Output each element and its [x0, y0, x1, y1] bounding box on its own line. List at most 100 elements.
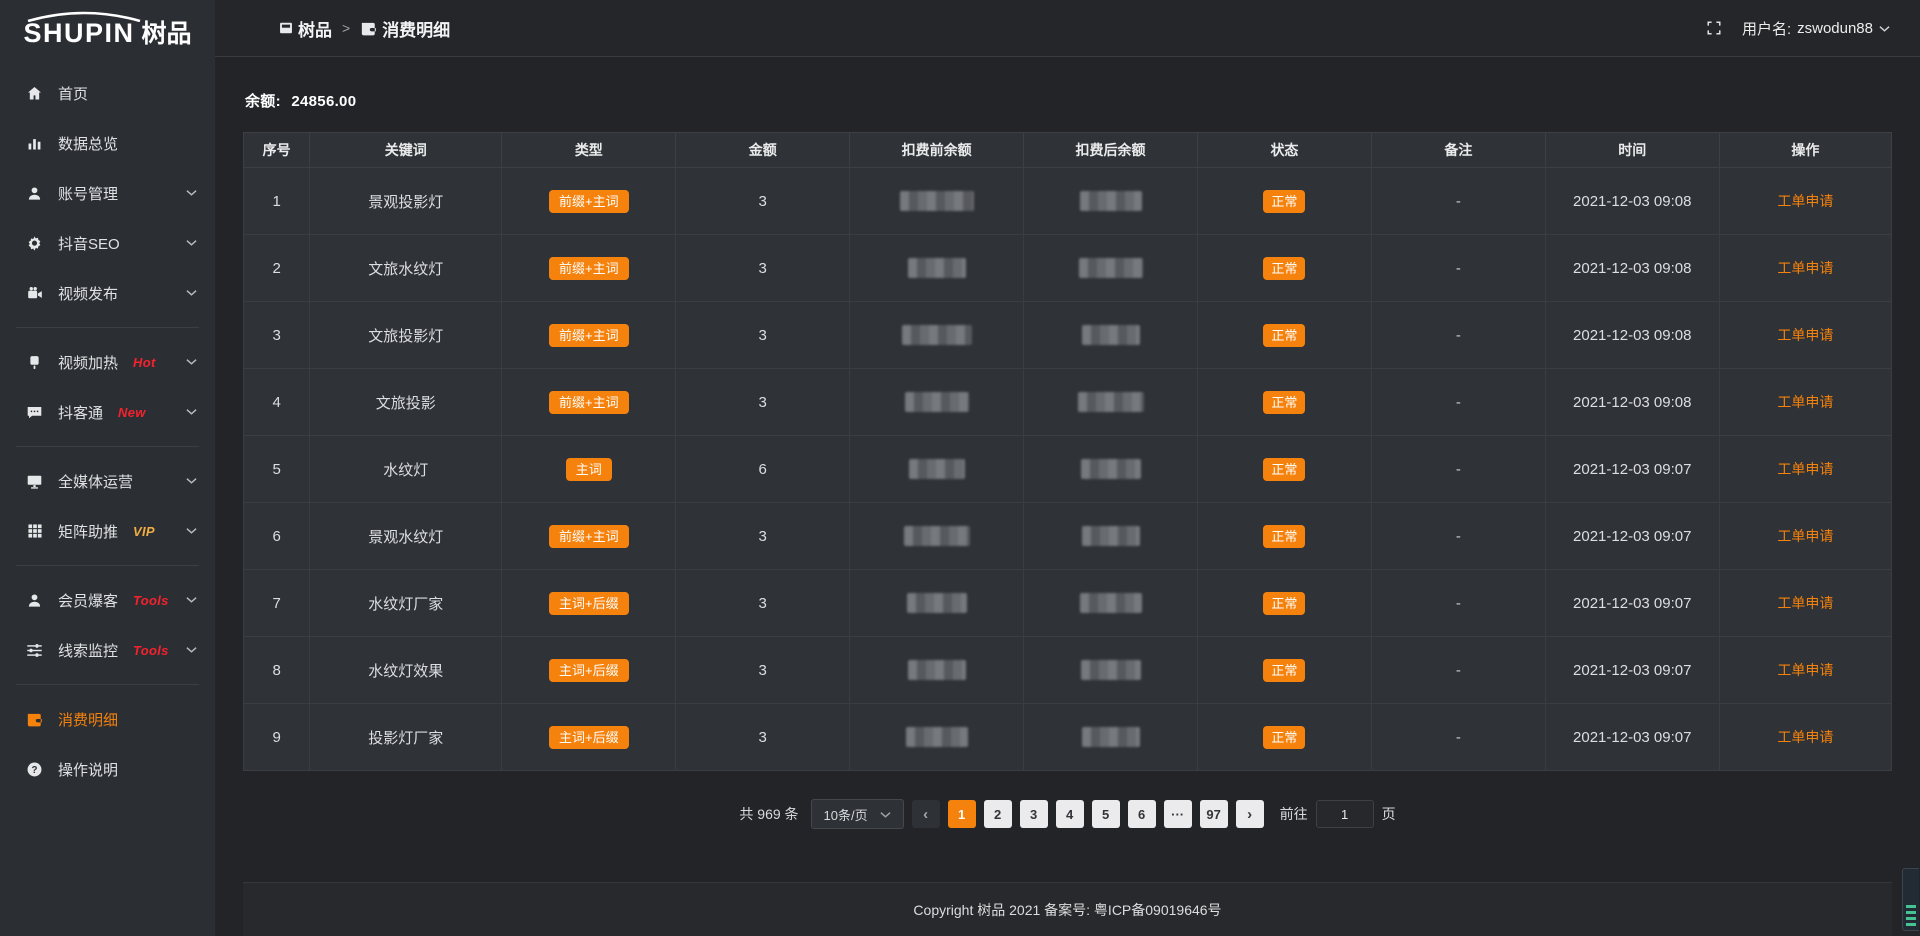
page-number-button[interactable]: 97: [1200, 800, 1228, 828]
sidebar-item-clue-monitor[interactable]: 线索监控Tools: [0, 625, 215, 675]
page-number-button[interactable]: 4: [1056, 800, 1084, 828]
cell-type: 前缀+主词: [502, 369, 676, 436]
sidebar-item-media-operation[interactable]: 全媒体运营: [0, 456, 215, 506]
cell-type: 前缀+主词: [502, 235, 676, 302]
table-row: 8水纹灯效果主词+后缀3正常-2021-12-03 09:07工单申请: [244, 637, 1892, 704]
column-header-post_balance: 扣费后余额: [1024, 133, 1198, 168]
masked-balance: [900, 191, 974, 211]
remark-value: -: [1456, 595, 1461, 612]
grid-icon: [25, 523, 44, 539]
masked-balance: [1078, 392, 1144, 412]
cell-remark: -: [1371, 637, 1545, 704]
balance-label: 余额:: [245, 93, 281, 110]
cell-keyword: 文旅投影灯: [310, 302, 502, 369]
cell-amount: 3: [676, 369, 850, 436]
cell-pre_balance: [850, 570, 1024, 637]
nav-divider: [16, 327, 199, 328]
page-number-button[interactable]: 2: [984, 800, 1012, 828]
chevron-down-icon: [186, 527, 197, 535]
balance-value: 24856.00: [291, 93, 356, 110]
nav-divider: [16, 684, 199, 685]
ticket-request-link[interactable]: 工单申请: [1777, 729, 1833, 745]
page-number-button[interactable]: 5: [1092, 800, 1120, 828]
chevron-down-icon: [186, 239, 197, 247]
cell-action: 工单申请: [1719, 637, 1891, 704]
breadcrumb-item-current[interactable]: 消费明细: [360, 16, 450, 41]
page-size-select[interactable]: 10条/页: [811, 799, 904, 829]
masked-balance: [1081, 660, 1141, 680]
cell-remark: -: [1371, 436, 1545, 503]
column-header-amount: 金额: [676, 133, 850, 168]
ticket-request-link[interactable]: 工单申请: [1777, 394, 1833, 410]
remark-value: -: [1456, 193, 1461, 210]
cell-type: 主词+后缀: [502, 704, 676, 771]
cell-remark: -: [1371, 168, 1545, 235]
sidebar-item-home[interactable]: 首页: [0, 68, 215, 118]
breadcrumb-separator: >: [342, 20, 350, 36]
user-menu[interactable]: 用户名: zswodun88: [1742, 18, 1890, 39]
ticket-request-link[interactable]: 工单申请: [1777, 327, 1833, 343]
table-row: 1景观投影灯前缀+主词3正常-2021-12-03 09:08工单申请: [244, 168, 1892, 235]
sidebar-item-operation-guide[interactable]: ?操作说明: [0, 744, 215, 794]
topbar-right: 用户名: zswodun88: [1706, 18, 1890, 39]
ticket-request-link[interactable]: 工单申请: [1777, 662, 1833, 678]
cell-action: 工单申请: [1719, 168, 1891, 235]
consume-table: 序号关键词类型金额扣费前余额扣费后余额状态备注时间操作 1景观投影灯前缀+主词3…: [243, 132, 1892, 771]
ticket-request-link[interactable]: 工单申请: [1777, 461, 1833, 477]
cell-amount: 3: [676, 637, 850, 704]
cell-index: 5: [244, 436, 310, 503]
prev-page-button[interactable]: ‹: [912, 800, 940, 828]
ticket-request-link[interactable]: 工单申请: [1777, 595, 1833, 611]
content: 余额: 24856.00 序号关键词类型金额扣费前余额扣费后余额状态备注时间操作…: [215, 57, 1920, 936]
fullscreen-icon[interactable]: [1706, 20, 1722, 36]
sidebar-item-douyin-seo[interactable]: 抖音SEO: [0, 218, 215, 268]
sidebar-item-label: 数据总览: [58, 133, 118, 154]
balance-line: 余额: 24856.00: [245, 90, 1890, 111]
table-row: 7水纹灯厂家主词+后缀3正常-2021-12-03 09:07工单申请: [244, 570, 1892, 637]
ticket-request-link[interactable]: 工单申请: [1777, 260, 1833, 276]
chevron-down-icon: [186, 358, 197, 366]
cell-remark: -: [1371, 302, 1545, 369]
cell-status: 正常: [1197, 168, 1371, 235]
sidebar-item-data-overview[interactable]: 数据总览: [0, 118, 215, 168]
sidebar-item-label: 会员爆客: [58, 590, 118, 611]
masked-balance: [908, 258, 966, 278]
cell-pre_balance: [850, 637, 1024, 704]
floating-widget[interactable]: [1902, 868, 1919, 931]
page-number-button[interactable]: 6: [1128, 800, 1156, 828]
page-number-button[interactable]: 1: [948, 800, 976, 828]
sidebar-item-video-publish[interactable]: 视频发布: [0, 268, 215, 318]
sidebar-item-matrix-boost[interactable]: 矩阵助推VIP: [0, 506, 215, 556]
table-row: 2文旅水纹灯前缀+主词3正常-2021-12-03 09:08工单申请: [244, 235, 1892, 302]
cell-amount: 3: [676, 570, 850, 637]
sidebar-item-member-burst[interactable]: 会员爆客Tools: [0, 575, 215, 625]
goto-page-input[interactable]: [1316, 800, 1374, 828]
cell-status: 正常: [1197, 704, 1371, 771]
monitor-icon: [25, 473, 44, 490]
sidebar-item-consume-detail[interactable]: 消费明细: [0, 694, 215, 744]
cell-index: 2: [244, 235, 310, 302]
sidebar-item-video-heat[interactable]: 视频加热Hot: [0, 337, 215, 387]
masked-balance: [1082, 526, 1140, 546]
cell-action: 工单申请: [1719, 570, 1891, 637]
page-ellipsis-button[interactable]: ···: [1164, 800, 1192, 828]
cell-status: 正常: [1197, 369, 1371, 436]
cell-time: 2021-12-03 09:07: [1545, 503, 1719, 570]
sidebar-item-douketong[interactable]: 抖客通New: [0, 387, 215, 437]
breadcrumb-item-home[interactable]: 树品: [279, 16, 332, 41]
page-number-button[interactable]: 3: [1020, 800, 1048, 828]
next-page-button[interactable]: ›: [1236, 800, 1264, 828]
cell-pre_balance: [850, 436, 1024, 503]
table-row: 9投影灯厂家主词+后缀3正常-2021-12-03 09:07工单申请: [244, 704, 1892, 771]
svg-text:?: ?: [32, 765, 38, 776]
sidebar-item-tag: New: [118, 405, 146, 420]
column-header-action: 操作: [1719, 133, 1891, 168]
cell-post_balance: [1024, 302, 1198, 369]
sidebar-item-account-manage[interactable]: 账号管理: [0, 168, 215, 218]
ticket-request-link[interactable]: 工单申请: [1777, 528, 1833, 544]
cell-amount: 3: [676, 503, 850, 570]
ticket-request-link[interactable]: 工单申请: [1777, 193, 1833, 209]
sidebar-item-label: 首页: [58, 83, 88, 104]
cell-amount: 3: [676, 302, 850, 369]
remark-value: -: [1456, 327, 1461, 344]
